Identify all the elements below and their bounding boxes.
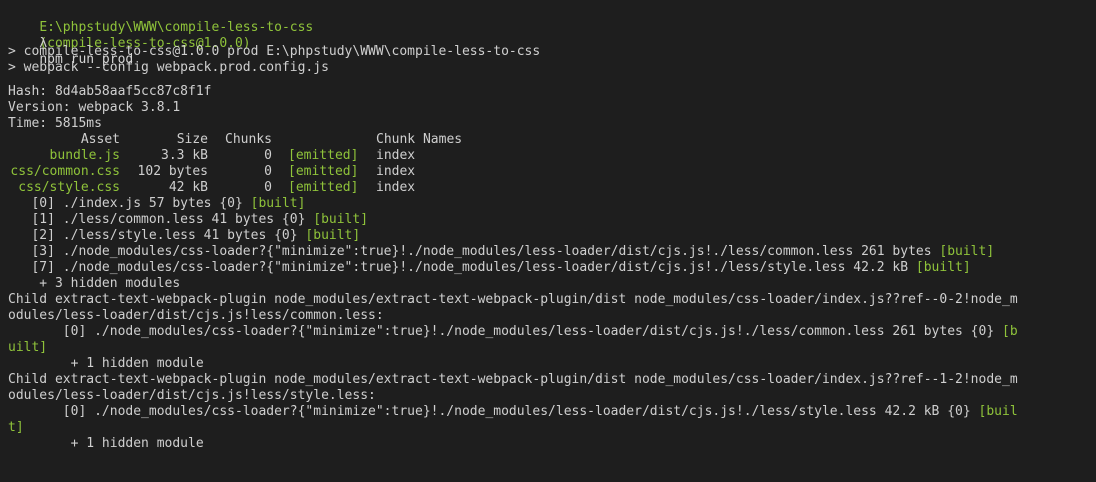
built-tag: [built] — [939, 244, 995, 259]
asset-chunk-name: index — [376, 148, 416, 163]
child-module-line: [0] ./node_modules/css-loader?{"minimize… — [8, 324, 1096, 340]
asset-name: bundle.js — [49, 148, 120, 163]
version-line: Version: webpack 3.8.1 — [8, 100, 181, 115]
built-tag: [buil — [978, 404, 1018, 419]
hidden-module-line: + 1 hidden module — [8, 356, 204, 371]
asset-size: 42 kB — [168, 180, 208, 195]
module-text: [0] ./index.js 57 bytes {0} — [8, 196, 251, 211]
asset-row: css/common.css 102 bytes 0 [emitted] index — [8, 164, 1096, 180]
header-size: Size — [176, 132, 208, 147]
module-text: [2] ./less/style.less 41 bytes {0} — [8, 228, 306, 243]
header-chunks: Chunks — [225, 132, 272, 147]
child-header-line: odules/less-loader/dist/cjs.js!less/comm… — [8, 308, 384, 323]
asset-chunk-name: index — [376, 164, 416, 179]
asset-name: css/style.css — [18, 180, 120, 195]
asset-chunks: 0 — [264, 180, 272, 195]
child-header-line: Child extract-text-webpack-plugin node_m… — [8, 372, 1018, 387]
time-line: Time: 5815ms — [8, 116, 102, 131]
asset-emitted: [emitted] — [288, 164, 359, 179]
script-line: > compile-less-to-css@1.0.0 prod E:\phps… — [8, 44, 541, 59]
prompt-cwd-line: E:\phpstudy\WWW\compile-less-to-css (com… — [8, 4, 1096, 51]
asset-chunks: 0 — [264, 164, 272, 179]
asset-row: css/style.css 42 kB 0 [emitted] index — [8, 180, 1096, 196]
built-tag-wrap-line: t] — [8, 420, 24, 435]
module-text: [0] ./node_modules/css-loader?{"minimize… — [8, 324, 1002, 339]
hidden-module-line: + 1 hidden module — [8, 436, 204, 451]
built-tag: [built] — [915, 260, 971, 275]
asset-name: css/common.css — [10, 164, 120, 179]
hash-line: Hash: 8d4ab58aaf5cc87c8f1f — [8, 84, 212, 99]
module-text: [1] ./less/common.less 41 bytes {0} — [8, 212, 314, 227]
asset-chunks: 0 — [264, 148, 272, 163]
script-line: > webpack --config webpack.prod.config.j… — [8, 60, 329, 75]
asset-table-header: Asset Size Chunks Chunk Names — [8, 132, 1096, 148]
built-tag: [built] — [313, 212, 369, 227]
prompt-command-line: λ npm run prod — [8, 20, 1096, 67]
hidden-modules-line: + 3 hidden modules — [8, 276, 181, 291]
asset-emitted: [emitted] — [288, 180, 359, 195]
built-tag: [b — [1002, 324, 1018, 339]
built-tag: [built] — [305, 228, 361, 243]
module-text: [7] ./node_modules/css-loader?{"minimize… — [8, 260, 916, 275]
asset-emitted: [emitted] — [288, 148, 359, 163]
asset-size: 3.3 kB — [161, 148, 208, 163]
module-line: [7] ./node_modules/css-loader?{"minimize… — [8, 260, 1096, 276]
module-text: [3] ./node_modules/css-loader?{"minimize… — [8, 244, 940, 259]
module-text: [0] ./node_modules/css-loader?{"minimize… — [8, 404, 979, 419]
child-header-line: Child extract-text-webpack-plugin node_m… — [8, 292, 1018, 307]
terminal-window[interactable]: E:\phpstudy\WWW\compile-less-to-css (com… — [0, 0, 1096, 482]
child-module-line: [0] ./node_modules/css-loader?{"minimize… — [8, 404, 1096, 420]
header-asset: Asset — [80, 132, 120, 147]
asset-row: bundle.js 3.3 kB 0 [emitted] index — [8, 148, 1096, 164]
header-chunk-names: Chunk Names — [376, 132, 463, 147]
module-line: [0] ./index.js 57 bytes {0} [built] — [8, 196, 1096, 212]
asset-chunk-name: index — [376, 180, 416, 195]
module-line: [3] ./node_modules/css-loader?{"minimize… — [8, 244, 1096, 260]
child-header-line: odules/less-loader/dist/cjs.js!less/styl… — [8, 388, 376, 403]
built-tag-wrap-line: uilt] — [8, 340, 48, 355]
asset-size: 102 bytes — [137, 164, 208, 179]
built-tag: [built] — [250, 196, 306, 211]
module-line: [1] ./less/common.less 41 bytes {0} [bui… — [8, 212, 1096, 228]
module-line: [2] ./less/style.less 41 bytes {0} [buil… — [8, 228, 1096, 244]
